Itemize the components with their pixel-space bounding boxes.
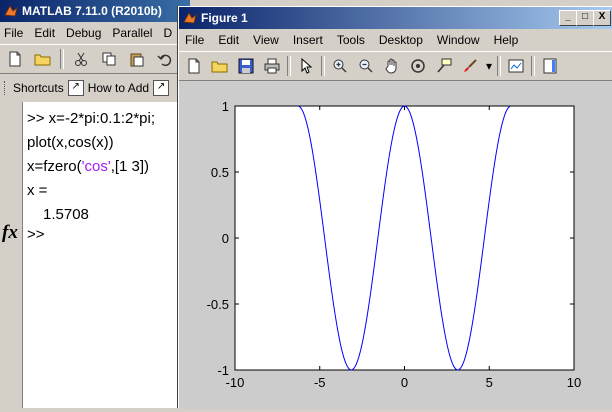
fig-menu-desktop[interactable]: Desktop — [379, 33, 423, 47]
minimize-button[interactable]: _ — [559, 10, 577, 26]
x-tick-label: 0 — [401, 375, 408, 390]
fig-menu-insert[interactable]: Insert — [293, 33, 323, 47]
print-icon[interactable] — [261, 55, 283, 77]
matlab-title-text: MATLAB 7.11.0 (R2010b) — [22, 4, 162, 18]
grip-icon — [4, 81, 9, 95]
fig-menu-help[interactable]: Help — [494, 33, 519, 47]
y-tick-label: -0.5 — [207, 297, 229, 312]
x-tick-label: 10 — [567, 375, 581, 390]
cut-icon[interactable] — [70, 48, 92, 70]
matlab-title-bar[interactable]: MATLAB 7.11.0 (R2010b) — [0, 0, 190, 22]
open-folder-icon[interactable] — [32, 48, 54, 70]
fig-menu-view[interactable]: View — [253, 33, 279, 47]
command-text: ,[1 3]) — [110, 158, 150, 175]
zoom-in-icon[interactable] — [329, 55, 351, 77]
matlab-toolbar — [0, 44, 190, 74]
new-figure-icon[interactable] — [183, 55, 205, 77]
command-window[interactable]: >> x=-2*pi:0.1:2*pi; plot(x,cos(x)) x=fz… — [22, 102, 182, 408]
output-value: 1.5708 — [43, 206, 89, 223]
ml-menu-edit[interactable]: Edit — [34, 26, 55, 40]
figure-window[interactable]: Figure 1 _ □ X File Edit View Insert Too… — [178, 6, 612, 409]
x-tick-label: -5 — [314, 375, 326, 390]
shortcut-icon[interactable]: ↗ — [67, 80, 84, 96]
ml-menu-parallel[interactable]: Parallel — [112, 26, 152, 40]
ml-menu-desktop[interactable]: D — [163, 26, 172, 40]
data-cursor-icon[interactable] — [433, 55, 455, 77]
shortcut-icon[interactable]: ↗ — [153, 80, 170, 96]
matlab-menubar: File Edit Debug Parallel D — [0, 22, 190, 44]
y-tick-label: 0 — [222, 231, 229, 246]
save-icon[interactable] — [235, 55, 257, 77]
maximize-button[interactable]: □ — [576, 10, 594, 26]
copy-icon[interactable] — [98, 48, 120, 70]
fx-function-browser-icon[interactable]: fx — [2, 222, 18, 244]
toolbar-separator — [287, 56, 291, 76]
brush-icon[interactable] — [459, 55, 481, 77]
fig-menu-window[interactable]: Window — [437, 33, 480, 47]
command-prompt[interactable]: >> — [27, 226, 45, 243]
colorbar-icon[interactable] — [539, 55, 561, 77]
ml-menu-debug[interactable]: Debug — [66, 26, 101, 40]
y-tick-label: 1 — [222, 99, 229, 114]
figure-canvas[interactable]: -10 -5 0 5 10 -1 -0.5 0 0.5 1 — [179, 82, 612, 409]
output-line: x = — [27, 182, 48, 199]
zoom-out-icon[interactable] — [355, 55, 377, 77]
fig-menu-tools[interactable]: Tools — [337, 33, 365, 47]
plot-svg[interactable]: -10 -5 0 5 10-1-0.500.51 — [179, 82, 612, 409]
y-tick-label: -1 — [217, 363, 229, 378]
y-tick-label: 0.5 — [211, 165, 229, 180]
pan-hand-icon[interactable] — [381, 55, 403, 77]
figure-menubar: File Edit View Insert Tools Desktop Wind… — [179, 29, 612, 51]
new-file-icon[interactable] — [4, 48, 26, 70]
figure-toolbar: ▾ — [179, 51, 612, 81]
rotate-3d-icon[interactable] — [407, 55, 429, 77]
how-to-add-label[interactable]: How to Add — [88, 81, 149, 95]
toolbar-separator — [321, 56, 325, 76]
matlab-logo-icon — [4, 5, 18, 17]
toolbar-separator — [531, 56, 535, 76]
undo-icon[interactable] — [154, 48, 176, 70]
fig-menu-file[interactable]: File — [185, 33, 204, 47]
x-tick-label: 5 — [486, 375, 493, 390]
shortcuts-label[interactable]: Shortcuts — [13, 81, 64, 95]
link-plot-icon[interactable] — [505, 55, 527, 77]
figure-title-text: Figure 1 — [201, 11, 248, 25]
toolbar-separator — [60, 49, 64, 69]
command-line: x=fzero('cos',[1 3]) — [27, 158, 149, 175]
string-literal: 'cos' — [81, 158, 111, 175]
shortcuts-bar: Shortcuts ↗ How to Add ↗ — [0, 76, 190, 100]
axes-box — [234, 105, 575, 371]
close-button[interactable]: X — [593, 10, 611, 26]
command-line: plot(x,cos(x)) — [27, 134, 114, 151]
paste-icon[interactable] — [126, 48, 148, 70]
matlab-logo-icon — [183, 12, 197, 24]
figure-title-bar[interactable]: Figure 1 _ □ X — [179, 7, 612, 29]
fig-menu-edit[interactable]: Edit — [218, 33, 239, 47]
toolbar-separator — [497, 56, 501, 76]
command-line: >> x=-2*pi:0.1:2*pi; — [27, 110, 156, 127]
ml-menu-file[interactable]: File — [4, 26, 23, 40]
edit-plot-arrow-icon[interactable] — [295, 55, 317, 77]
open-file-icon[interactable] — [209, 55, 231, 77]
command-text: x=fzero( — [27, 158, 82, 175]
brush-dropdown-chevron-down-icon[interactable]: ▾ — [485, 55, 493, 77]
